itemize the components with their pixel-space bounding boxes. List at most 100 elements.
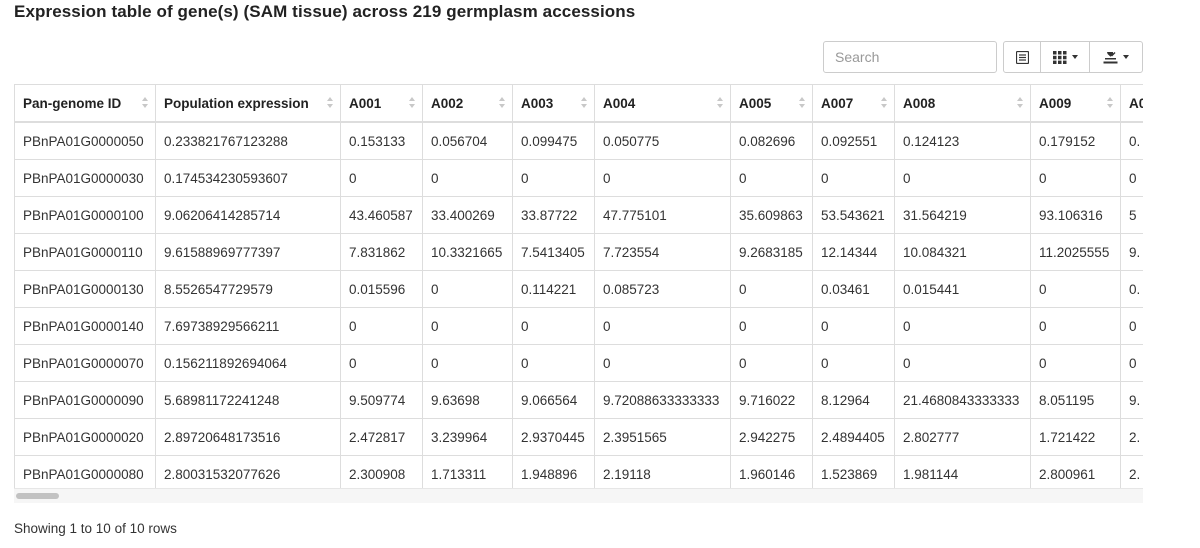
table-cell: 0 [812,307,895,345]
table-row: PBnPA01G0000080 2.80031532077626 2.300908 1… [14,455,1143,488]
table-cell: 0.153133 [340,121,423,160]
table-cell: 8.051195 [1030,381,1121,419]
table-cell: 33.400269 [422,196,513,234]
column-header[interactable]: A004 [594,84,731,123]
table-cell: 0.114221 [512,270,595,308]
table-cell: PBnPA01G0000070 [14,344,156,382]
column-header[interactable]: A001 [340,84,423,123]
table-cell: 9.509774 [340,381,423,419]
table-cell: PBnPA01G0000090 [14,381,156,419]
table-cell: PBnPA01G0000140 [14,307,156,345]
table-cell: 2.89720648173516 [155,418,341,456]
sort-icon[interactable] [1107,97,1113,109]
table-cell: PBnPA01G0000110 [14,233,156,271]
table-cell: 0 [512,344,595,382]
sort-icon[interactable] [327,97,333,109]
table-cell: 0 [1120,344,1143,382]
table-cell: 7.831862 [340,233,423,271]
table-cell: 0 [340,307,423,345]
table-cell: 0.056704 [422,121,513,160]
column-header[interactable]: A009 [1030,84,1121,123]
table-cell: 0 [1120,159,1143,197]
column-header[interactable]: Population expression [155,84,341,123]
table-cell: 1.721422 [1030,418,1121,456]
column-header[interactable]: A002 [422,84,513,123]
table-cell: 0 [1120,307,1143,345]
column-header[interactable]: A005 [730,84,813,123]
table-cell: 10.3321665 [422,233,513,271]
table-cell: 1.960146 [730,455,813,488]
table-cell: 0 [422,159,513,197]
table-cell: PBnPA01G0000130 [14,270,156,308]
sort-icon[interactable] [581,97,587,109]
columns-dropdown-button[interactable] [1040,41,1090,73]
table-cell: 2.19118 [594,455,731,488]
export-dropdown-button[interactable] [1089,41,1143,73]
table-cell: 0.124123 [894,121,1031,160]
sort-icon[interactable] [142,97,148,109]
table-cell: 9. [1120,381,1143,419]
table-cell: 9.066564 [512,381,595,419]
table-cell: 5 [1120,196,1143,234]
table-cell: 2. [1120,418,1143,456]
table-cell: 9.63698 [422,381,513,419]
sort-icon[interactable] [499,97,505,109]
table-row: PBnPA01G0000070 0.156211892694064 0 0 0 0 0 0 0 0… [14,344,1143,382]
sort-icon[interactable] [799,97,805,109]
table-cell: 0 [730,159,813,197]
column-header-label: A001 [349,95,382,111]
column-header-label: A004 [603,95,636,111]
table-cell: 0 [812,344,895,382]
table-cell: 9.61588969777397 [155,233,341,271]
table-cell: 0 [1030,307,1121,345]
column-header[interactable]: A008 [894,84,1031,123]
table-row: PBnPA01G0000110 9.61588969777397 7.831862 1… [14,233,1143,271]
table-cell: 1.981144 [894,455,1031,488]
table-cell: 11.2025555 [1030,233,1121,271]
table-cell: 0 [340,159,423,197]
table-cell: PBnPA01G0000030 [14,159,156,197]
table-cell: 7.723554 [594,233,731,271]
column-header-label: A002 [431,95,464,111]
table-cell: 2.300908 [340,455,423,488]
column-header-label: A008 [903,95,936,111]
search-input[interactable] [823,41,997,73]
sort-icon[interactable] [717,97,723,109]
pagination-info: Showing 1 to 10 of 10 rows [14,521,177,536]
table-cell: 0. [1120,270,1143,308]
column-header-label: A005 [739,95,772,111]
table-cell: 0.015441 [894,270,1031,308]
table-cell: 0 [1030,344,1121,382]
table-cell: 9.06206414285714 [155,196,341,234]
table-cell: 0 [1030,270,1121,308]
table-cell: 1.713311 [422,455,513,488]
table-cell: 1.523869 [812,455,895,488]
table-cell: 35.609863 [730,196,813,234]
table-cell: 21.4680843333333 [894,381,1031,419]
table-cell: 2.4894405 [812,418,895,456]
table-cell: 47.775101 [594,196,731,234]
column-header[interactable]: A007 [812,84,895,123]
sort-icon[interactable] [409,97,415,109]
table-cell: 0.179152 [1030,121,1121,160]
table-cell: 53.543621 [812,196,895,234]
table-cell: 9. [1120,233,1143,271]
scrollbar-thumb[interactable] [16,493,59,499]
table-cell: 2.942275 [730,418,813,456]
horizontal-scrollbar[interactable] [14,488,1143,503]
column-header[interactable]: A0 [1120,84,1143,123]
column-header[interactable]: Pan-genome ID [14,84,156,123]
table-cell: 0.233821767123288 [155,121,341,160]
table-cell: 2.472817 [340,418,423,456]
table-cell: 0.03461 [812,270,895,308]
table-cell: 0 [594,307,731,345]
table-cell: PBnPA01G0000100 [14,196,156,234]
chevron-down-icon [1071,55,1078,59]
table-cell: 0 [340,344,423,382]
column-header[interactable]: A003 [512,84,595,123]
sort-icon[interactable] [1017,97,1023,109]
table-cell: 0 [894,344,1031,382]
sort-icon[interactable] [881,97,887,109]
toggle-view-button[interactable] [1003,41,1041,73]
table-row: PBnPA01G0000100 9.06206414285714 43.460587… [14,196,1143,234]
